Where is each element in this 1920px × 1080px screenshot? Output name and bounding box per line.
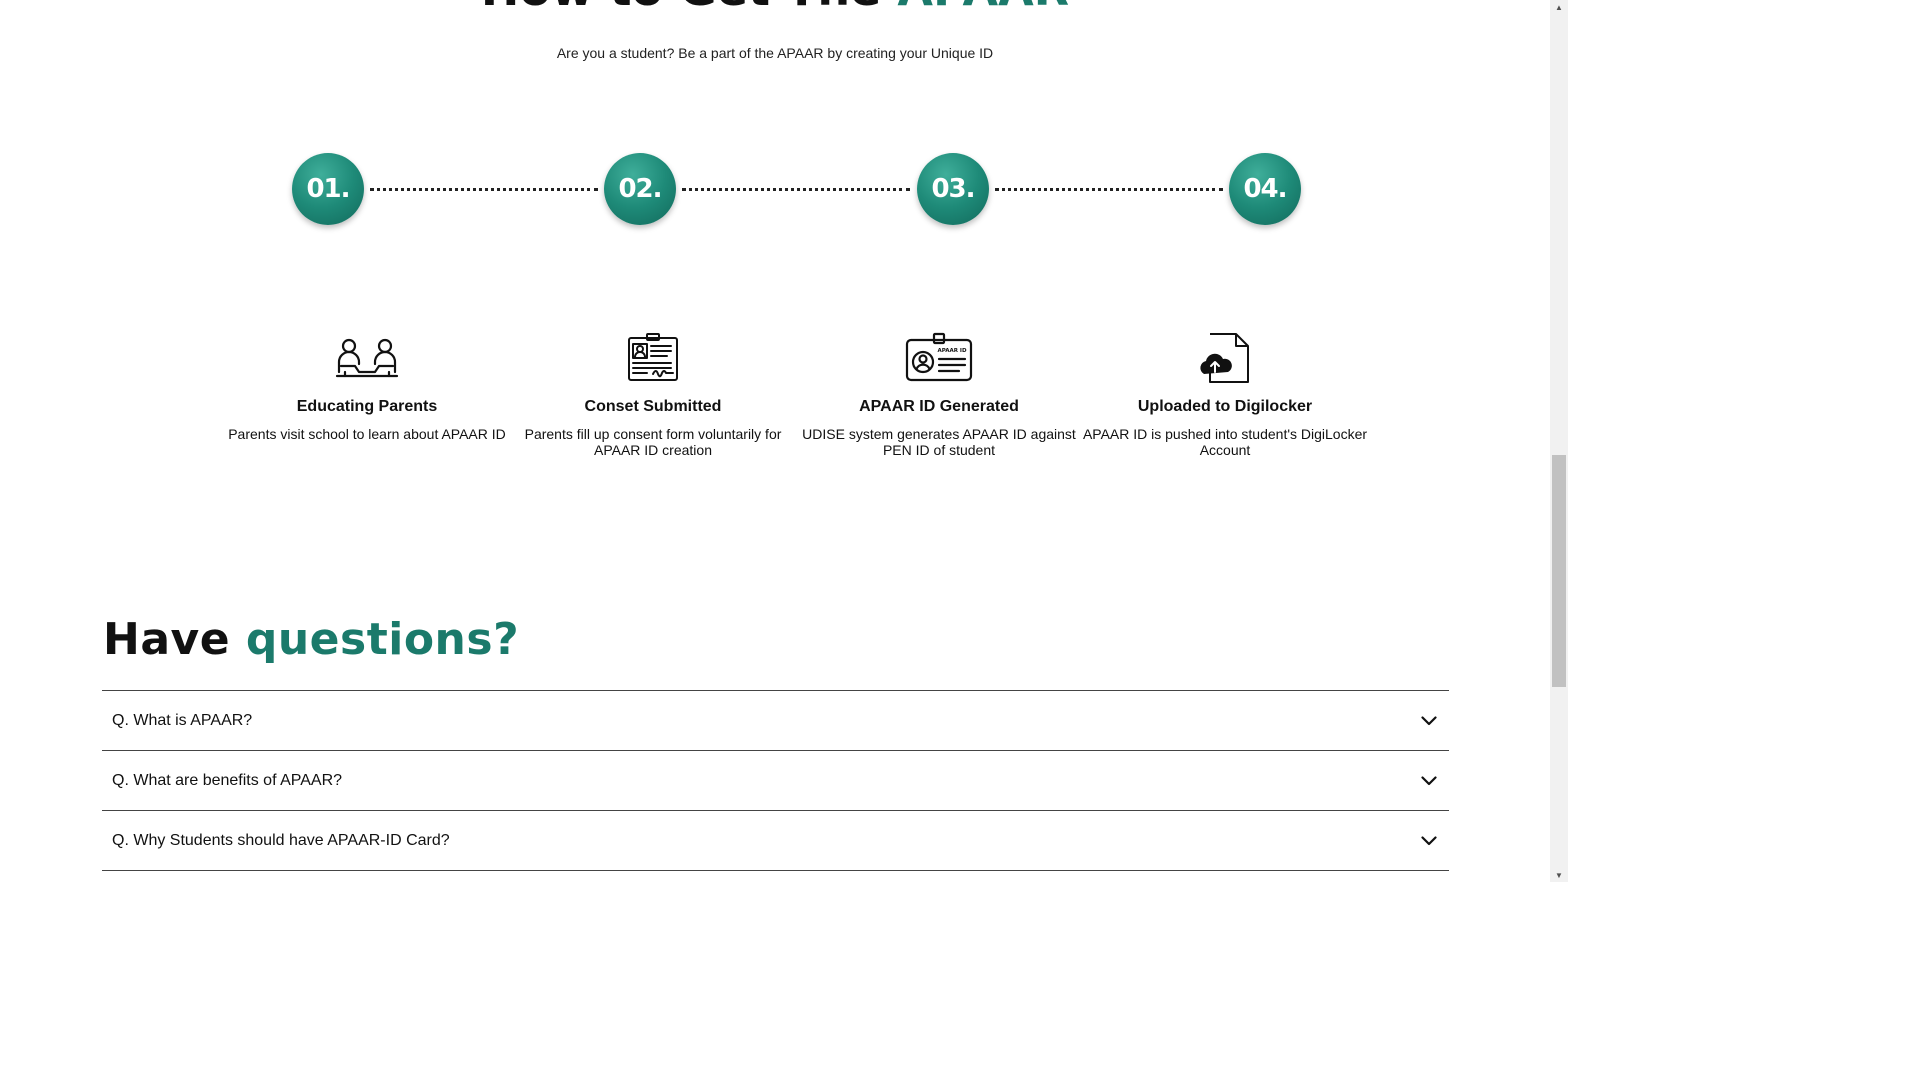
step-connector — [995, 188, 1223, 191]
step-description: Parents fill up consent form voluntarily… — [524, 426, 782, 458]
faq-heading-prefix: Have — [103, 614, 246, 665]
scroll-down-arrow-icon[interactable]: ▼ — [1550, 868, 1568, 882]
consent-form-icon — [628, 333, 678, 381]
id-card-icon: APAAR ID — [905, 332, 973, 382]
step-number-2: 02. — [604, 153, 676, 225]
step-title: APAAR ID Generated — [859, 398, 1019, 415]
faq-item[interactable]: Q. What are benefits of APAAR? — [102, 751, 1449, 811]
step-connector — [682, 188, 910, 191]
faq-item[interactable]: Q. What is APAAR? — [102, 691, 1449, 751]
step-title: Uploaded to Digilocker — [1137, 398, 1313, 415]
step-title: Educating Parents — [296, 398, 438, 415]
faq-accordion: Q. What is APAAR? Q. What are benefits o… — [102, 690, 1449, 871]
section-heading-accent: APAAR — [897, 0, 1069, 16]
vertical-scrollbar[interactable]: ▲ ▼ — [1550, 0, 1568, 882]
step-title: Conset Submitted — [584, 398, 722, 415]
step-card-educating-parents: Educating Parents Parents visit school t… — [222, 332, 512, 442]
step-description: APAAR ID is pushed into student's DigiLo… — [1082, 426, 1368, 458]
faq-item[interactable]: Q. Why Students should have APAAR-ID Car… — [102, 811, 1449, 871]
faq-question: Q. Why Students should have APAAR-ID Car… — [112, 831, 450, 849]
step-number-3: 03. — [917, 153, 989, 225]
step-description: UDISE system generates APAAR ID against … — [802, 426, 1076, 458]
faq-question: Q. What is APAAR? — [112, 711, 253, 729]
step-connector — [370, 188, 598, 191]
chevron-down-icon[interactable] — [1419, 711, 1439, 731]
chevron-down-icon[interactable] — [1419, 771, 1439, 791]
page: How to Get The APAAR Are you a student? … — [0, 0, 1568, 882]
step-card-apaar-id-generated: APAAR ID APAAR ID Generated UDISE system… — [794, 332, 1084, 458]
faq-question: Q. What are benefits of APAAR? — [112, 771, 343, 789]
cloud-upload-document-icon — [1200, 333, 1249, 383]
step-card-uploaded-to-digilocker: Uploaded to Digilocker APAAR ID is pushe… — [1080, 332, 1370, 458]
section-heading-prefix: How to Get The — [481, 0, 898, 16]
chevron-down-icon[interactable] — [1419, 831, 1439, 851]
step-card-consent-submitted: Conset Submitted Parents fill up consent… — [508, 332, 798, 458]
step-description: Parents visit school to learn about APAA… — [228, 426, 506, 442]
step-number-4: 04. — [1229, 153, 1301, 225]
scroll-up-arrow-icon[interactable]: ▲ — [1550, 0, 1568, 14]
scrollbar-thumb[interactable] — [1552, 455, 1566, 687]
section-subtitle: Are you a student? Be a part of the APAA… — [556, 45, 994, 61]
faq-heading-accent: questions? — [245, 614, 520, 665]
step-number-1: 01. — [292, 153, 364, 225]
faq-heading: Have questions? — [103, 612, 519, 668]
parents-meeting-icon — [335, 338, 399, 378]
section-heading: How to Get The APAAR — [0, 0, 1550, 12]
id-card-label: APAAR ID — [937, 348, 966, 354]
